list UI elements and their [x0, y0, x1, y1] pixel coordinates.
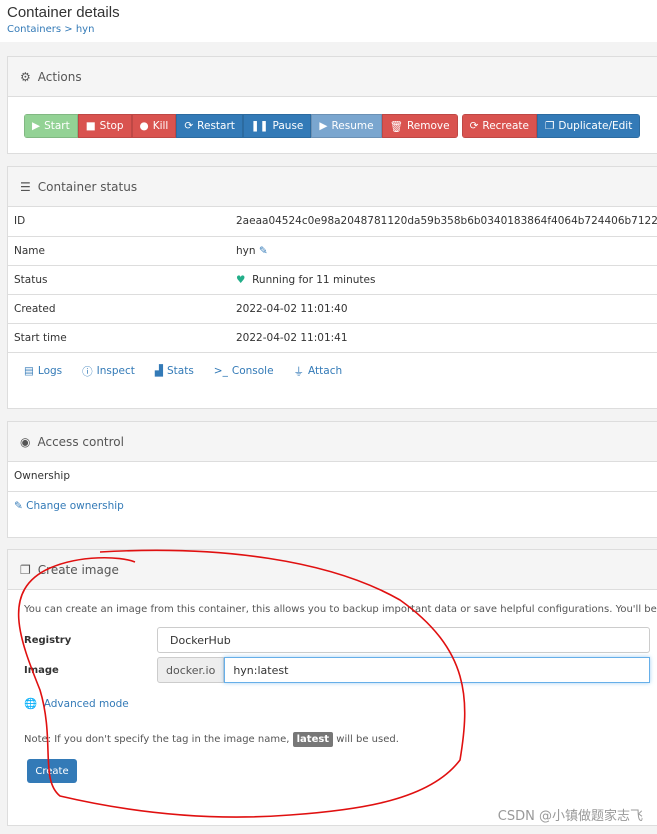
watermark: CSDN @小镇做题家志飞 [497, 809, 643, 824]
red-annotation-circle [17, 549, 466, 818]
